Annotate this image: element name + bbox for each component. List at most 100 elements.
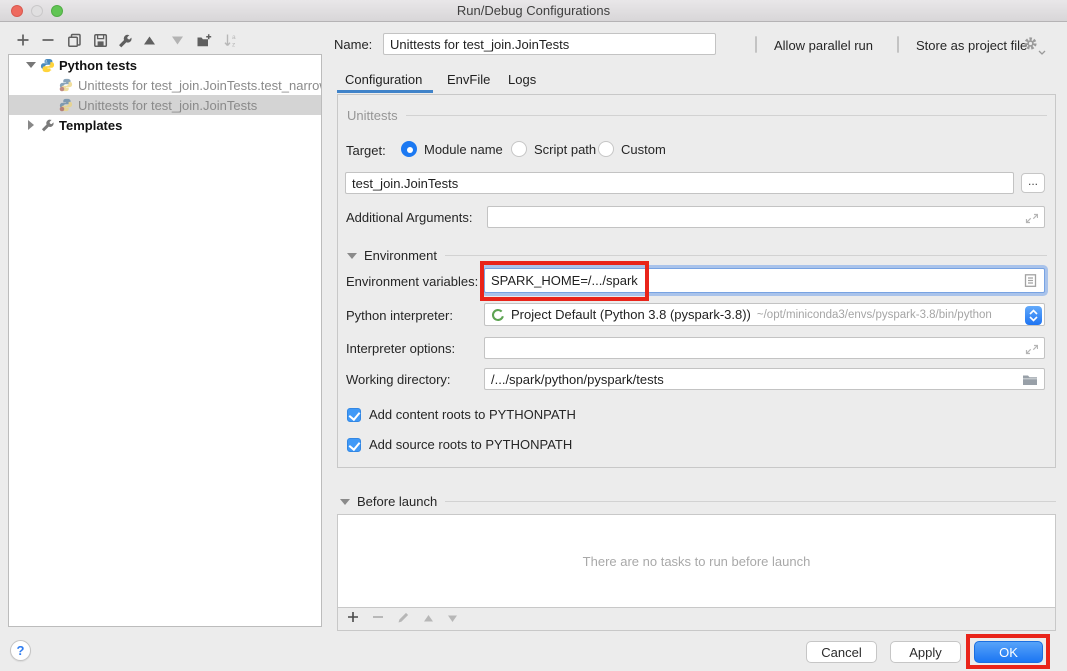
unittests-legend-text: Unittests: [347, 108, 398, 123]
additional-arguments-input-value[interactable]: [494, 210, 1025, 225]
interpreter-options-label: Interpreter options:: [346, 341, 455, 356]
radio-script-path-label: Script path: [534, 142, 596, 157]
environment-header-text: Environment: [364, 248, 437, 263]
python-interpreter-value: Project Default (Python 3.8 (pyspark-3.8…: [511, 307, 751, 322]
name-input[interactable]: [383, 33, 716, 55]
allow-parallel-run-label: Allow parallel run: [774, 38, 873, 53]
allow-parallel-run-checkbox[interactable]: [755, 37, 757, 52]
tab-envfile[interactable]: EnvFile: [447, 72, 490, 87]
new-folder-button[interactable]: [195, 33, 212, 50]
tree-item-label: Python tests: [59, 58, 137, 73]
remove-configuration-button[interactable]: [39, 33, 56, 50]
copy-configuration-button[interactable]: [66, 33, 83, 50]
add-source-roots-label: Add source roots to PYTHONPATH: [369, 437, 572, 452]
window-title: Run/Debug Configurations: [0, 3, 1067, 18]
title-bar[interactable]: Run/Debug Configurations: [0, 0, 1067, 22]
add-content-roots-label: Add content roots to PYTHONPATH: [369, 407, 576, 422]
tree-item-templates[interactable]: Templates: [9, 115, 321, 135]
before-launch-task-list[interactable]: There are no tasks to run before launch: [338, 515, 1055, 608]
svg-text:a: a: [232, 34, 236, 41]
python-test-icon: [58, 77, 74, 93]
edit-task-button[interactable]: [397, 611, 410, 627]
tab-logs[interactable]: Logs: [508, 72, 536, 87]
python-interpreter-label: Python interpreter:: [346, 308, 453, 323]
active-tab-underline: [337, 90, 433, 93]
python-interpreter-select[interactable]: Project Default (Python 3.8 (pyspark-3.8…: [484, 303, 1045, 326]
before-launch-panel: There are no tasks to run before launch: [337, 514, 1056, 631]
interpreter-options-input-value[interactable]: [491, 341, 1025, 356]
environment-variables-input-value[interactable]: [491, 273, 1023, 288]
folder-plus-icon: [196, 33, 212, 51]
target-label: Target:: [346, 143, 386, 158]
radio-module-name-label: Module name: [424, 142, 503, 157]
tree-item-label: Templates: [59, 118, 122, 133]
chevron-down-icon[interactable]: [23, 57, 39, 73]
add-content-roots-checkbox[interactable]: Add content roots to PYTHONPATH: [347, 407, 576, 422]
radio-custom[interactable]: Custom: [598, 141, 666, 157]
add-source-roots-checkbox[interactable]: Add source roots to PYTHONPATH: [347, 437, 572, 452]
tree-item-unittest-jointests[interactable]: Unittests for test_join.JoinTests: [9, 95, 321, 115]
help-question-mark: ?: [17, 643, 25, 658]
configurations-tree: Python tests Unittests for test_join.Joi…: [8, 54, 322, 627]
chevron-down-icon: [1038, 44, 1046, 59]
radio-module-name[interactable]: Module name: [401, 141, 503, 157]
working-directory-input-value[interactable]: [491, 372, 1022, 387]
checkbox-icon: [347, 438, 361, 452]
add-task-button[interactable]: [347, 611, 359, 626]
wrench-icon: [39, 117, 55, 133]
remove-task-button[interactable]: [372, 611, 384, 626]
move-task-up-button[interactable]: [423, 611, 434, 626]
working-directory-label: Working directory:: [346, 372, 451, 387]
sort-configurations-button[interactable]: az: [222, 33, 239, 50]
expand-icon[interactable]: [1025, 342, 1038, 355]
move-up-button[interactable]: [141, 33, 158, 50]
folder-icon[interactable]: [1022, 373, 1038, 386]
radio-icon: [598, 141, 614, 157]
edit-templates-button[interactable]: [116, 33, 133, 50]
interpreter-options-input[interactable]: [484, 337, 1045, 359]
move-down-button[interactable]: [169, 33, 186, 50]
chevron-right-icon[interactable]: [23, 117, 39, 133]
dropdown-stepper-icon[interactable]: [1025, 306, 1042, 325]
tree-item-python-tests[interactable]: Python tests: [9, 55, 321, 75]
additional-arguments-input[interactable]: [487, 206, 1045, 228]
save-icon: [93, 33, 108, 51]
before-launch-section-header[interactable]: Before launch: [340, 494, 1056, 509]
radio-custom-label: Custom: [621, 142, 666, 157]
name-input-value[interactable]: [390, 37, 709, 52]
chevron-down-icon: [347, 253, 357, 259]
checkbox-icon: [347, 408, 361, 422]
environment-variables-input[interactable]: [484, 268, 1045, 293]
help-button[interactable]: ?: [10, 640, 31, 661]
move-task-down-button[interactable]: [447, 611, 458, 626]
environment-variables-label: Environment variables:: [346, 274, 478, 289]
conda-environment-icon: [491, 308, 505, 322]
store-as-project-file-label: Store as project file: [916, 38, 1027, 53]
before-launch-header-text: Before launch: [357, 494, 437, 509]
ok-button[interactable]: OK: [974, 641, 1043, 663]
module-name-input-value[interactable]: [352, 176, 1007, 191]
cancel-button[interactable]: Cancel: [806, 641, 877, 663]
browse-module-button[interactable]: ...: [1021, 173, 1045, 193]
tree-item-label: Unittests for test_join.JoinTests.test_n…: [78, 78, 321, 93]
tree-item-unittest-narrow[interactable]: Unittests for test_join.JoinTests.test_n…: [9, 75, 321, 95]
python-icon: [39, 57, 55, 73]
working-directory-input[interactable]: [484, 368, 1045, 390]
environment-section-header[interactable]: Environment: [347, 248, 1047, 263]
radio-script-path[interactable]: Script path: [511, 141, 596, 157]
plus-icon: [16, 33, 30, 50]
add-configuration-button[interactable]: [14, 33, 31, 50]
tab-configuration[interactable]: Configuration: [345, 72, 422, 87]
store-as-project-file-checkbox[interactable]: [897, 37, 899, 52]
apply-button[interactable]: Apply: [890, 641, 961, 663]
minus-icon: [41, 33, 55, 50]
svg-text:z: z: [232, 41, 235, 48]
save-configuration-button[interactable]: [92, 33, 109, 50]
browse-env-vars-icon[interactable]: [1023, 273, 1038, 288]
gear-icon[interactable]: [1023, 36, 1038, 54]
module-name-input[interactable]: [345, 172, 1014, 194]
python-test-icon: [58, 97, 74, 113]
expand-icon[interactable]: [1025, 211, 1038, 224]
name-label: Name:: [334, 37, 372, 52]
python-interpreter-path: ~/opt/miniconda3/envs/pyspark-3.8/bin/py…: [757, 309, 992, 321]
